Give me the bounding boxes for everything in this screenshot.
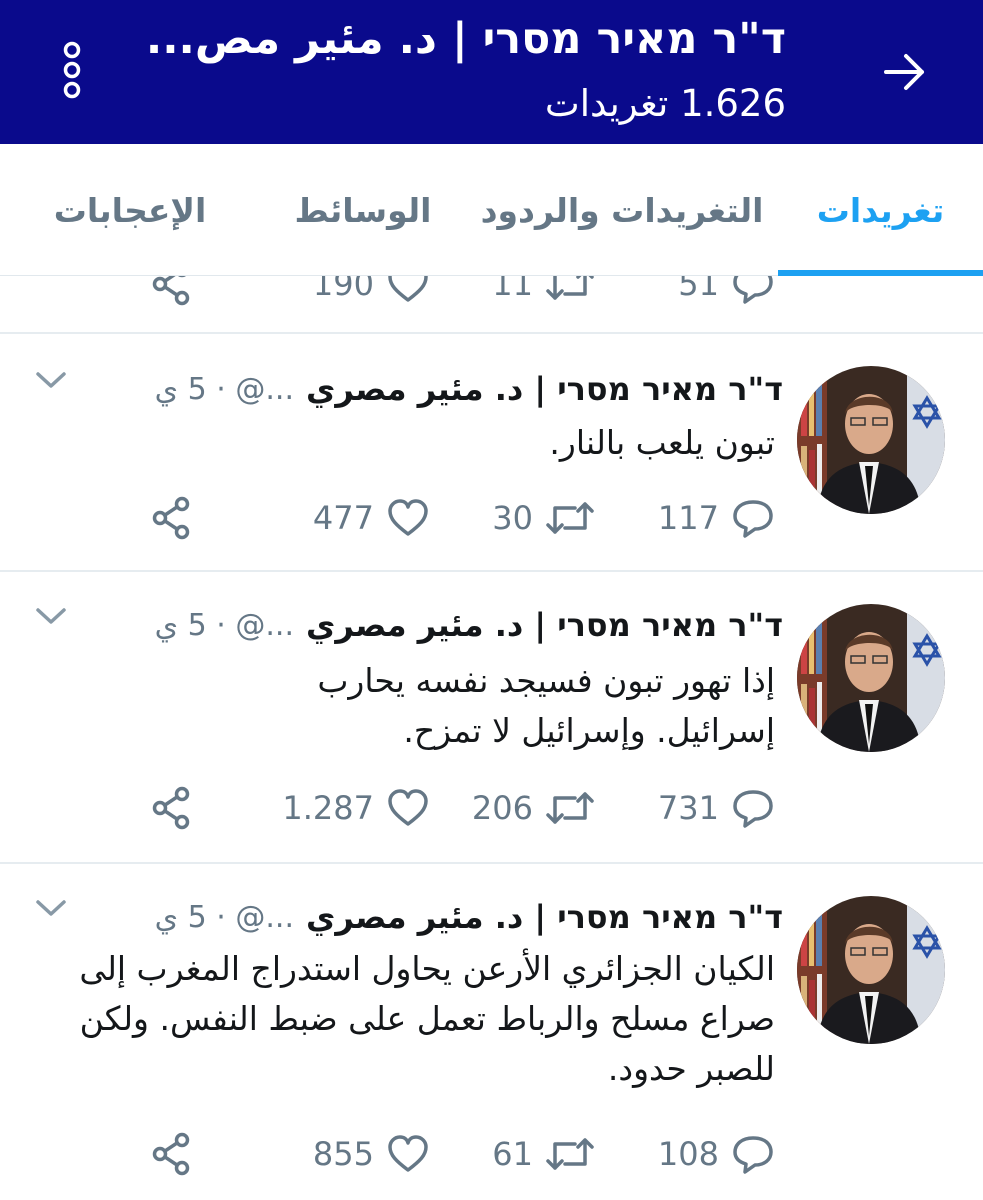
share-icon — [152, 1132, 190, 1176]
tweet-author-name[interactable]: ד"ר מאיר מסרי | د. مئير مصري — [306, 370, 783, 408]
share-button[interactable] — [150, 276, 194, 314]
tweet-text: تبون يلعب بالنار. — [549, 423, 775, 462]
like-button[interactable]: 1.287 — [282, 778, 430, 838]
tweet-header: ד"ר מאיר מסרי | د. مئير مصري ...@ · 5 ي — [34, 364, 783, 414]
retweet-button[interactable]: 30 — [492, 488, 595, 548]
like-count: 855 — [312, 1135, 374, 1173]
tweet-menu-button[interactable] — [34, 604, 68, 632]
retweet-icon — [546, 792, 594, 824]
like-count: 1.287 — [282, 789, 374, 827]
heart-icon — [388, 499, 428, 536]
retweet-icon — [546, 276, 594, 300]
partial-tweet-actions: 51 11 190 — [140, 276, 775, 314]
share-button[interactable] — [150, 778, 194, 838]
retweet-icon — [546, 1138, 594, 1170]
like-button[interactable]: 855 — [313, 1124, 430, 1184]
reply-icon — [733, 276, 773, 304]
retweet-count: 30 — [492, 499, 533, 537]
retweet-button[interactable]: 11 — [492, 276, 595, 314]
retweet-button[interactable]: 61 — [492, 1124, 595, 1184]
retweet-icon — [546, 502, 594, 534]
reply-count: 108 — [657, 1135, 719, 1173]
tab-tweets-and-replies[interactable]: التغريدات والردود — [466, 144, 778, 276]
like-button[interactable]: 190 — [313, 276, 430, 314]
partial-tweet: 51 11 190 — [0, 276, 983, 334]
heart-icon — [388, 276, 428, 302]
tweet-author-name[interactable]: ד"ר מאיר מסרי | د. مئير مصري — [306, 898, 783, 936]
avatar[interactable] — [797, 896, 945, 1044]
share-icon — [152, 496, 190, 540]
reply-button[interactable]: 117 — [658, 488, 775, 548]
chevron-down-icon — [36, 900, 66, 916]
profile-header: ד"ר מאיר מסרי | د. مئير مص... 1.626 تغري… — [0, 0, 983, 144]
tweet-text: إذا تهور تبون فسيجد نفسه يحارب إسرائيل. … — [317, 661, 775, 750]
like-count: 190 — [312, 276, 374, 303]
tweet-header: ד"ר מאיר מסרי | د. مئير مصري ...@ · 5 ي — [34, 600, 783, 650]
tweet-menu-button[interactable] — [34, 368, 68, 396]
chevron-down-icon — [36, 372, 66, 388]
tweet-item[interactable]: ד"ר מאיר מסרי | د. مئير مصري ...@ · 5 ي … — [0, 572, 983, 864]
reply-count: 731 — [657, 789, 719, 827]
reply-count: 117 — [657, 499, 719, 537]
like-button[interactable]: 477 — [313, 488, 430, 548]
more-menu-button[interactable] — [52, 38, 92, 102]
arrow-right-icon — [884, 54, 924, 90]
reply-button[interactable]: 51 — [678, 276, 775, 314]
chevron-down-icon — [36, 608, 66, 624]
share-button[interactable] — [150, 1124, 194, 1184]
tweet-header: ד"ר מאיר מסרי | د. مئير مصري ...@ · 5 ي — [34, 892, 783, 942]
share-icon — [152, 276, 190, 306]
retweet-count: 61 — [492, 1135, 533, 1173]
retweet-count: 11 — [492, 276, 533, 303]
tweet-menu-button[interactable] — [34, 896, 68, 924]
like-count: 477 — [312, 499, 374, 537]
tab-media[interactable]: الوسائط — [260, 144, 466, 276]
profile-tabs: تغريدات التغريدات والردود الوسائط الإعجا… — [0, 144, 983, 276]
reply-count: 51 — [678, 276, 719, 303]
reply-icon — [733, 790, 773, 828]
tweet-text: الكيان الجزائري الأرعن يحاول استدراج الم… — [79, 949, 775, 1088]
tweet-item[interactable]: ד"ר מאיר מסרי | د. مئير مصري ...@ · 5 ي … — [0, 334, 983, 572]
tweet-author-name[interactable]: ד"ר מאיר מסרי | د. مئير مصري — [306, 606, 783, 644]
tab-tweets[interactable]: تغريدات — [778, 144, 983, 276]
tweet-actions: 731 206 1.287 — [140, 778, 775, 838]
more-vertical-icon — [63, 41, 81, 99]
tweet-item[interactable]: ד"ר מאיר מסרי | د. مئير مصري ...@ · 5 ي … — [0, 864, 983, 1200]
reply-button[interactable]: 108 — [658, 1124, 775, 1184]
heart-icon — [388, 789, 428, 826]
tweet-handle-time: ...@ · 5 ي — [154, 607, 294, 643]
reply-button[interactable]: 731 — [658, 778, 775, 838]
tweet-handle-time: ...@ · 5 ي — [154, 371, 294, 407]
reply-icon — [733, 1136, 773, 1174]
tweet-count: 1.626 تغريدات — [544, 82, 786, 125]
profile-name-title: ד"ר מאיר מסרי | د. مئير مص... — [145, 14, 786, 64]
share-button[interactable] — [150, 488, 194, 548]
tweet-actions: 108 61 855 — [140, 1124, 775, 1184]
tweet-handle-time: ...@ · 5 ي — [154, 899, 294, 935]
reply-icon — [733, 500, 773, 538]
share-icon — [152, 786, 190, 830]
retweet-button[interactable]: 206 — [472, 778, 595, 838]
heart-icon — [388, 1135, 428, 1172]
back-button[interactable] — [877, 44, 933, 100]
retweet-count: 206 — [471, 789, 533, 827]
tab-likes[interactable]: الإعجابات — [0, 144, 260, 276]
avatar[interactable] — [797, 604, 945, 752]
tweet-actions: 117 30 477 — [140, 488, 775, 548]
avatar[interactable] — [797, 366, 945, 514]
